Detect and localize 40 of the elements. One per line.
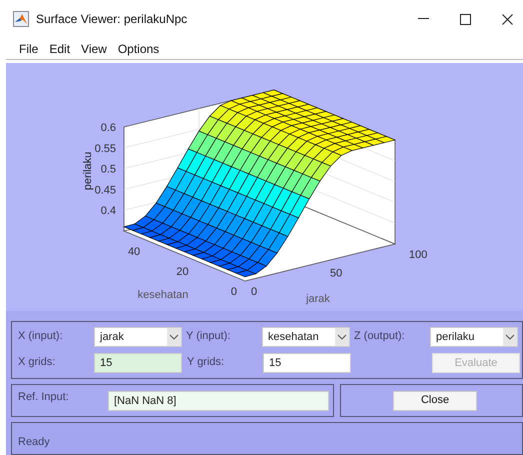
tick-label: 0.55 xyxy=(94,142,116,155)
close-icon[interactable] xyxy=(502,14,513,24)
chevron-down-icon xyxy=(503,328,517,346)
app-logo-icon xyxy=(13,11,29,27)
field-label: Y (input): xyxy=(186,329,232,344)
menu-item[interactable]: Edit xyxy=(49,40,70,58)
tick-label: 40 xyxy=(128,246,140,258)
maximize-icon[interactable] xyxy=(460,14,471,24)
axis-label: perilaku xyxy=(82,152,94,190)
close-button[interactable]: Close xyxy=(393,390,477,410)
field-label: Y grids: xyxy=(187,355,226,370)
axis-label: jarak xyxy=(306,293,330,305)
chevron-down-icon xyxy=(167,328,181,346)
tick-label: 0.6 xyxy=(100,122,116,134)
window-title: Surface Viewer: perilakuNpc xyxy=(36,11,188,28)
tick-label: 0.4 xyxy=(100,205,116,218)
tick-label: 100 xyxy=(409,249,428,261)
tick-label: 50 xyxy=(330,268,342,280)
axis-label: kesehatan xyxy=(138,289,188,301)
menu-item[interactable]: View xyxy=(81,40,107,58)
status-text: Ready xyxy=(18,436,50,448)
minimize-icon[interactable] xyxy=(418,18,429,20)
tick-label: 0.5 xyxy=(100,164,116,176)
grid-input[interactable]: 15 xyxy=(263,353,351,373)
grid-input[interactable]: 15 xyxy=(94,353,182,373)
dropdown[interactable]: jarak xyxy=(94,327,182,347)
tick-label: 0.45 xyxy=(94,184,116,196)
field-label: X (input): xyxy=(18,329,64,344)
field-label: Ref. Input: xyxy=(18,390,70,406)
menu-item[interactable]: Options xyxy=(118,40,160,58)
dropdown[interactable]: kesehatan xyxy=(262,327,350,347)
field-label: Z (output): xyxy=(354,329,406,344)
tick-label: 0 xyxy=(251,286,258,298)
tick-label: 0 xyxy=(230,286,237,298)
chevron-down-icon xyxy=(335,328,349,346)
dropdown[interactable]: perilaku xyxy=(430,327,518,347)
ref-input-field[interactable]: [NaN NaN 8] xyxy=(108,390,329,410)
tick-label: 20 xyxy=(176,266,189,278)
field-label: X grids: xyxy=(18,355,56,370)
menu-item[interactable]: File xyxy=(19,40,38,58)
